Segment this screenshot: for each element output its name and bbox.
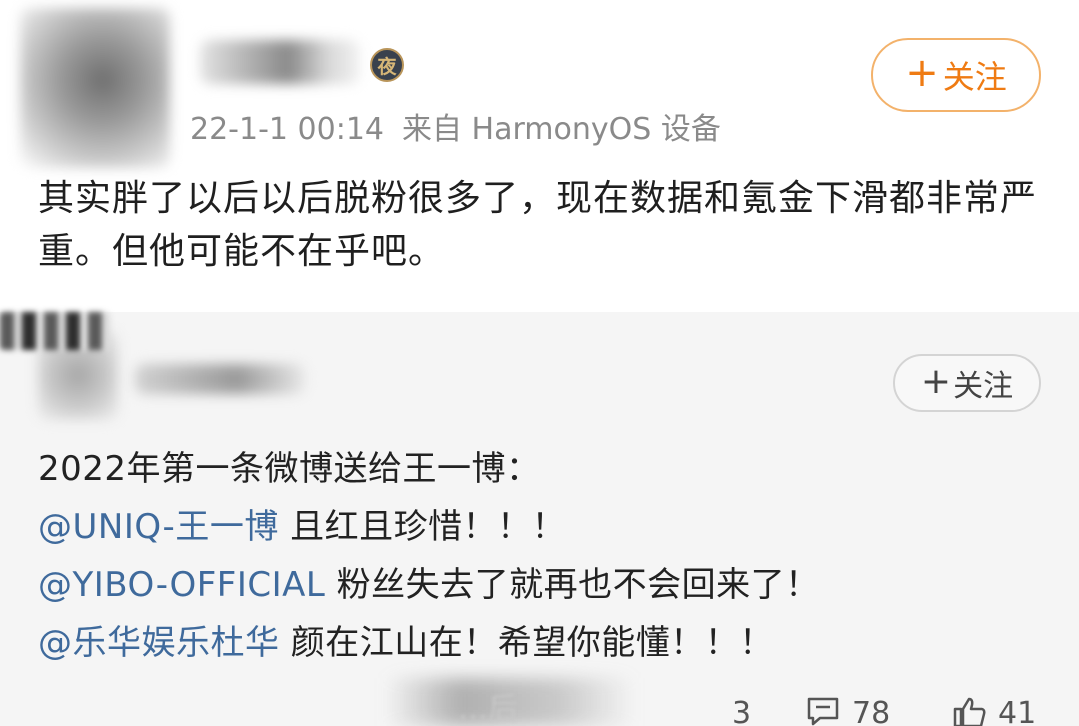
post-line: 2022年第一条微博送给王一博：: [38, 440, 1058, 498]
plus-icon: +: [920, 360, 952, 402]
member-badge-icon: 夜: [370, 48, 404, 82]
mention-link[interactable]: @UNIQ-王一博: [38, 507, 279, 547]
avatar[interactable]: [20, 8, 170, 168]
post-meta: 22-1-1 00:14 来自 HarmonyOS 设备: [190, 104, 739, 148]
post-line-text: 且红且珍惜！！！: [278, 507, 567, 547]
plus-icon: +: [905, 50, 939, 96]
post-line-text: 2022年第一条微博送给王一博：: [38, 449, 541, 489]
mention-link[interactable]: @YIBO-OFFICIAL: [38, 565, 325, 605]
post-line: @YIBO-OFFICIAL 粉丝失去了就再也不会回来了！: [38, 556, 1058, 614]
post-line-text: 粉丝失去了就再也不会回来了！: [325, 565, 820, 605]
thumbs-up-icon: [952, 696, 986, 726]
comment-button[interactable]: 78: [806, 696, 890, 726]
follow-button[interactable]: + 关注: [871, 38, 1041, 112]
comment-icon: [806, 696, 840, 726]
follow-label: 关注: [953, 369, 1014, 404]
repost-button[interactable]: 3: [732, 696, 751, 726]
username-redacted[interactable]: [200, 40, 360, 84]
like-count: 41: [998, 696, 1037, 726]
like-button[interactable]: 41: [952, 696, 1036, 726]
post-text: 2022年第一条微博送给王一博： @UNIQ-王一博 且红且珍惜！！！ @YIB…: [38, 440, 1058, 672]
repost-count: 3: [732, 696, 752, 726]
post-text: 其实胖了以后以后脱粉很多了，现在数据和氪金下滑都非常严重。但他可能不在乎吧。: [38, 178, 1038, 272]
username-redacted-mosaic: [0, 312, 110, 350]
post-line-text: 颜在江山在！希望你能懂！！！: [279, 623, 774, 663]
comment-count: 78: [852, 696, 891, 726]
follow-label: 关注: [942, 58, 1007, 96]
post-card-2: + 关注 2022年第一条微博送给王一博： @UNIQ-王一博 且红且珍惜！！！…: [0, 312, 1079, 726]
username-redacted[interactable]: [135, 364, 305, 394]
post-source: 来自 HarmonyOS 设备: [402, 112, 721, 147]
obscured-text: …后: [458, 692, 518, 726]
post-line: @UNIQ-王一博 且红且珍惜！！！: [38, 498, 1058, 556]
action-bar: 3 78 41: [700, 696, 1079, 726]
mention-link[interactable]: @乐华娱乐杜华: [38, 623, 280, 663]
post-line: @乐华娱乐杜华 颜在江山在！希望你能懂！！！: [38, 614, 1058, 672]
timestamp: 22-1-1 00:14: [190, 112, 384, 147]
post-card-1: 夜 + 关注 22-1-1 00:14 来自 HarmonyOS 设备 其实胖了以…: [0, 0, 1079, 312]
follow-button[interactable]: + 关注: [893, 354, 1041, 412]
